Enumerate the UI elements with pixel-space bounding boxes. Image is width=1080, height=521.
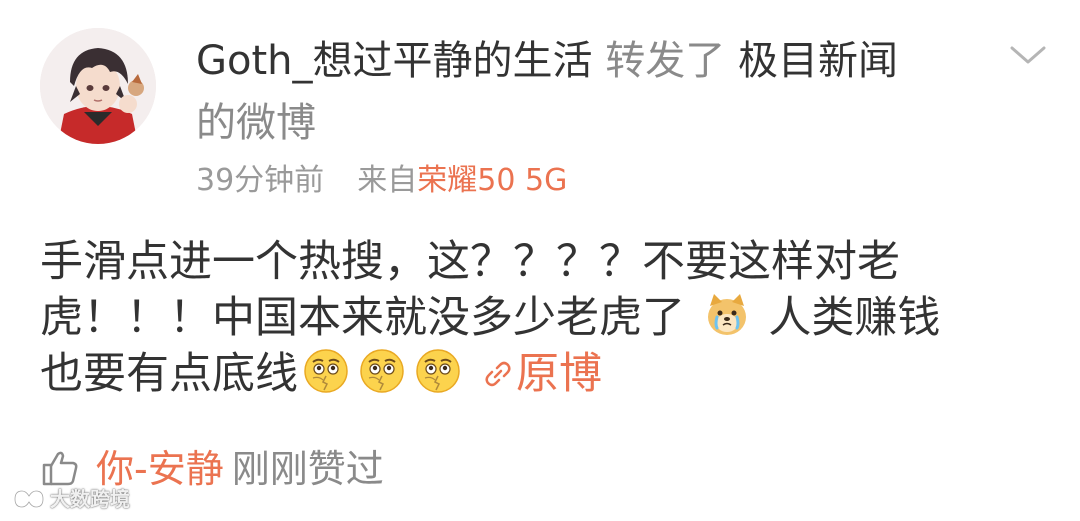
original-post-link[interactable]: 原博 xyxy=(482,349,602,399)
from-label: 来自 xyxy=(357,163,418,198)
chevron-down-icon[interactable] xyxy=(1006,40,1050,70)
post-content: 手滑点进一个热搜，这？？？？不要这样对老 虎！！！中国本来就没多少老虎了 人类赚… xyxy=(40,234,1050,402)
content-text: 人类赚钱 xyxy=(768,293,941,343)
repost-card: Goth_想过平静的生活 转发了 极目新闻 的微博 39分钟前 来自荣耀50 5… xyxy=(0,0,1080,521)
sad-face-emoji xyxy=(301,346,351,396)
link-icon xyxy=(482,348,514,387)
post-meta: 39分钟前 来自荣耀50 5G xyxy=(196,160,567,202)
content-text: 也要有点底线 xyxy=(40,349,298,399)
content-line: 手滑点进一个热搜，这？？？？不要这样对老 xyxy=(40,237,900,287)
content-line: 也要有点底线 原博 xyxy=(40,346,1050,402)
watermark-text: 大数跨境 xyxy=(50,487,130,511)
source-account-name[interactable]: 极目新闻 xyxy=(738,38,898,84)
device-name[interactable]: 荣耀50 5G xyxy=(417,163,567,198)
original-post-label: 原博 xyxy=(516,349,602,399)
content-line: 虎！！！中国本来就没多少老虎了 人类赚钱 xyxy=(40,290,1050,346)
repost-header: Goth_想过平静的生活 转发了 极目新闻 xyxy=(196,34,898,88)
post-time: 39分钟前 xyxy=(196,163,325,198)
sad-face-emoji xyxy=(357,346,407,396)
like-status-text: 刚刚赞过 xyxy=(231,447,384,491)
content-text: 虎！！！中国本来就没多少老虎了 xyxy=(40,293,685,343)
watermark-logo-icon xyxy=(12,488,46,510)
avatar[interactable] xyxy=(40,28,156,144)
watermark: 大数跨境 xyxy=(12,484,130,514)
avatar-illustration xyxy=(40,28,156,144)
author-name[interactable]: Goth_想过平静的生活 xyxy=(196,38,593,84)
repost-header-suffix: 的微博 xyxy=(196,100,316,146)
repost-label: 转发了 xyxy=(605,38,726,84)
doge-crying-emoji xyxy=(702,290,752,340)
thumb-up-icon[interactable] xyxy=(40,448,80,488)
sad-face-emoji xyxy=(413,346,463,396)
